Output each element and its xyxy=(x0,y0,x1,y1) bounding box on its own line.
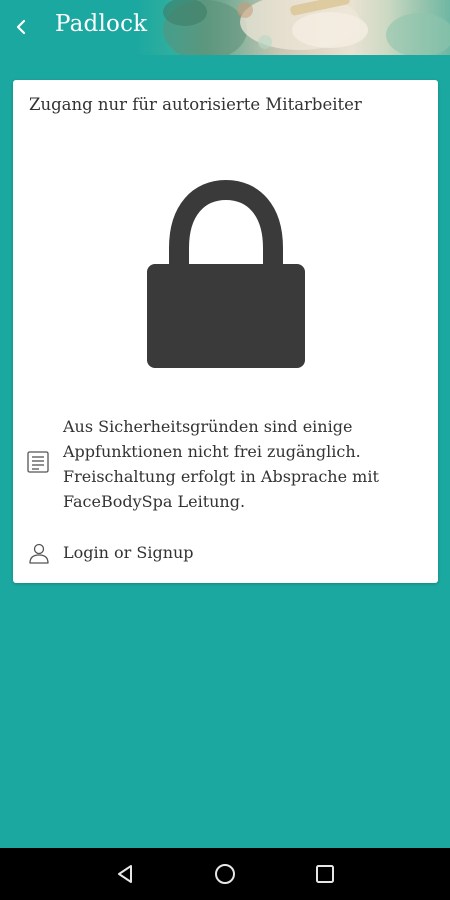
app-bar: Padlock xyxy=(0,0,450,55)
nav-back-button[interactable] xyxy=(110,860,140,888)
page-title: Padlock xyxy=(55,11,148,37)
document-list-icon xyxy=(27,451,49,473)
login-signup-label: Login or Signup xyxy=(63,543,194,562)
card-heading: Zugang nur für autorisierte Mitarbeiter xyxy=(29,95,362,114)
security-notice: Aus Sicherheitsgründen sind einige Appfu… xyxy=(13,410,438,514)
square-recents-icon xyxy=(316,865,334,883)
access-card: Zugang nur für autorisierte Mitarbeiter … xyxy=(13,80,438,583)
system-nav-bar xyxy=(0,848,450,900)
nav-home-button[interactable] xyxy=(210,860,240,888)
padlock-icon xyxy=(147,180,305,368)
nav-recents-button[interactable] xyxy=(310,860,340,888)
notice-line: FaceBodySpa Leitung. xyxy=(63,492,246,511)
chevron-left-icon xyxy=(16,19,26,35)
user-icon xyxy=(29,543,49,564)
triangle-back-icon xyxy=(118,865,132,883)
login-signup-button[interactable]: Login or Signup xyxy=(13,540,438,570)
notice-line: Freischaltung erfolgt in Absprache mit xyxy=(63,467,379,486)
notice-text: Aus Sicherheitsgründen sind einige Appfu… xyxy=(63,414,423,514)
notice-line: Appfunktionen nicht frei zugänglich. xyxy=(63,442,361,461)
notice-line: Aus Sicherheitsgründen sind einige xyxy=(63,417,353,436)
circle-home-icon xyxy=(215,864,235,884)
back-button[interactable] xyxy=(4,10,38,44)
